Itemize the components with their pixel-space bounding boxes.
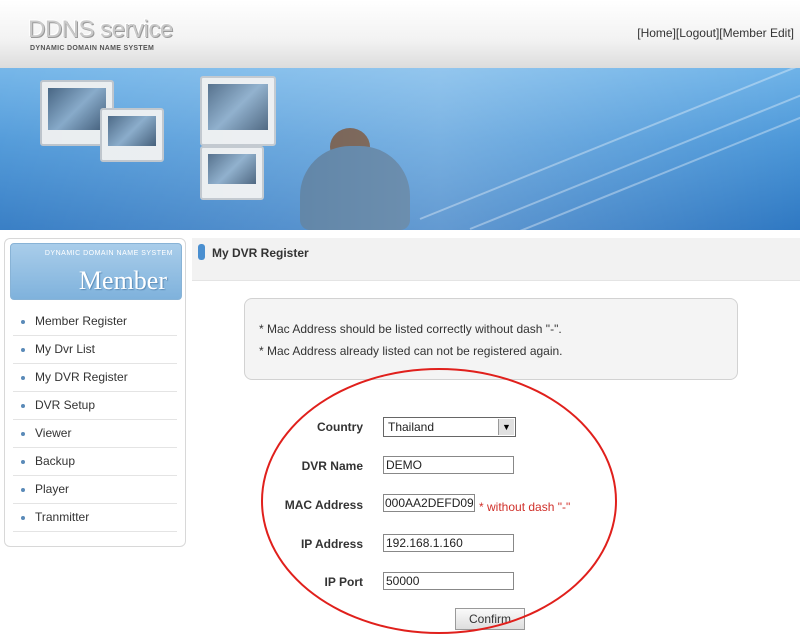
sidebar-item-label: My DVR Register [35, 370, 128, 384]
logo-subtitle: DYNAMIC DOMAIN NAME SYSTEM [30, 45, 155, 52]
sidebar-header: DYNAMIC DOMAIN NAME SYSTEM Member [10, 243, 182, 300]
sidebar-item-dvr-setup[interactable]: DVR Setup [13, 392, 177, 420]
bullet-icon [21, 432, 25, 436]
sidebar-item-label: My Dvr List [35, 342, 95, 356]
sidebar-item-player[interactable]: Player [13, 476, 177, 504]
confirm-button[interactable]: Confirm [455, 608, 525, 630]
logout-link[interactable]: [Logout] [676, 26, 719, 40]
member-sidebar: DYNAMIC DOMAIN NAME SYSTEM Member Member… [4, 238, 186, 547]
dvr-name-label: DVR Name [301, 459, 363, 473]
bullet-icon [21, 376, 25, 380]
chevron-down-icon[interactable]: ▼ [498, 419, 514, 435]
member-edit-link[interactable]: [Member Edit] [719, 26, 794, 40]
logo-title: DDNS service [28, 16, 173, 43]
country-select[interactable]: Thailand ▼ [383, 417, 516, 437]
bullet-icon [21, 460, 25, 464]
bullet-icon [21, 488, 25, 492]
sidebar-item-tranmitter[interactable]: Tranmitter [13, 504, 177, 532]
ip-port-input[interactable] [383, 572, 514, 590]
dvr-name-input[interactable] [383, 456, 514, 474]
mac-address-label: MAC Address [284, 498, 363, 512]
sidebar-item-member-register[interactable]: Member Register [13, 308, 177, 336]
sidebar-item-label: Viewer [35, 426, 72, 440]
mac-address-input[interactable] [383, 494, 475, 512]
ip-address-input[interactable] [383, 534, 514, 552]
banner-image [0, 68, 800, 230]
sidebar-caption: DYNAMIC DOMAIN NAME SYSTEM [44, 250, 173, 257]
sidebar-item-label: Player [35, 482, 70, 496]
sidebar-item-my-dvr-list[interactable]: My Dvr List [13, 336, 177, 364]
mac-address-hint: * without dash "-" [479, 500, 571, 514]
site-header: DDNS service DYNAMIC DOMAIN NAME SYSTEM … [0, 0, 800, 69]
country-selected-value: Thailand [388, 420, 435, 434]
notice-line: * Mac Address should be listed correctly… [259, 322, 562, 336]
ip-port-label: IP Port [324, 575, 363, 589]
title-marker-icon [198, 244, 205, 260]
ip-address-label: IP Address [300, 537, 363, 551]
top-nav: [Home][Logout][Member Edit] [637, 26, 794, 40]
home-link[interactable]: [Home] [637, 26, 676, 40]
sidebar-item-label: DVR Setup [35, 398, 96, 412]
page-title-bar: My DVR Register [192, 238, 800, 281]
banner-gloss [0, 68, 800, 230]
sidebar-item-my-dvr-register[interactable]: My DVR Register [13, 364, 177, 392]
sidebar-item-label: Tranmitter [35, 510, 90, 524]
notice-box: * Mac Address should be listed correctly… [244, 298, 738, 380]
country-label: Country [317, 420, 363, 434]
sidebar-item-label: Member Register [35, 314, 128, 328]
sidebar-item-label: Backup [35, 454, 76, 468]
sidebar-menu: Member Register My Dvr List My DVR Regis… [13, 308, 177, 532]
sidebar-item-viewer[interactable]: Viewer [13, 420, 177, 448]
bullet-icon [21, 320, 25, 324]
bullet-icon [21, 516, 25, 520]
bullet-icon [21, 404, 25, 408]
bullet-icon [21, 348, 25, 352]
page-title: My DVR Register [212, 246, 309, 260]
sidebar-title: Member [78, 266, 167, 295]
notice-line: * Mac Address already listed can not be … [259, 344, 563, 358]
sidebar-item-backup[interactable]: Backup [13, 448, 177, 476]
